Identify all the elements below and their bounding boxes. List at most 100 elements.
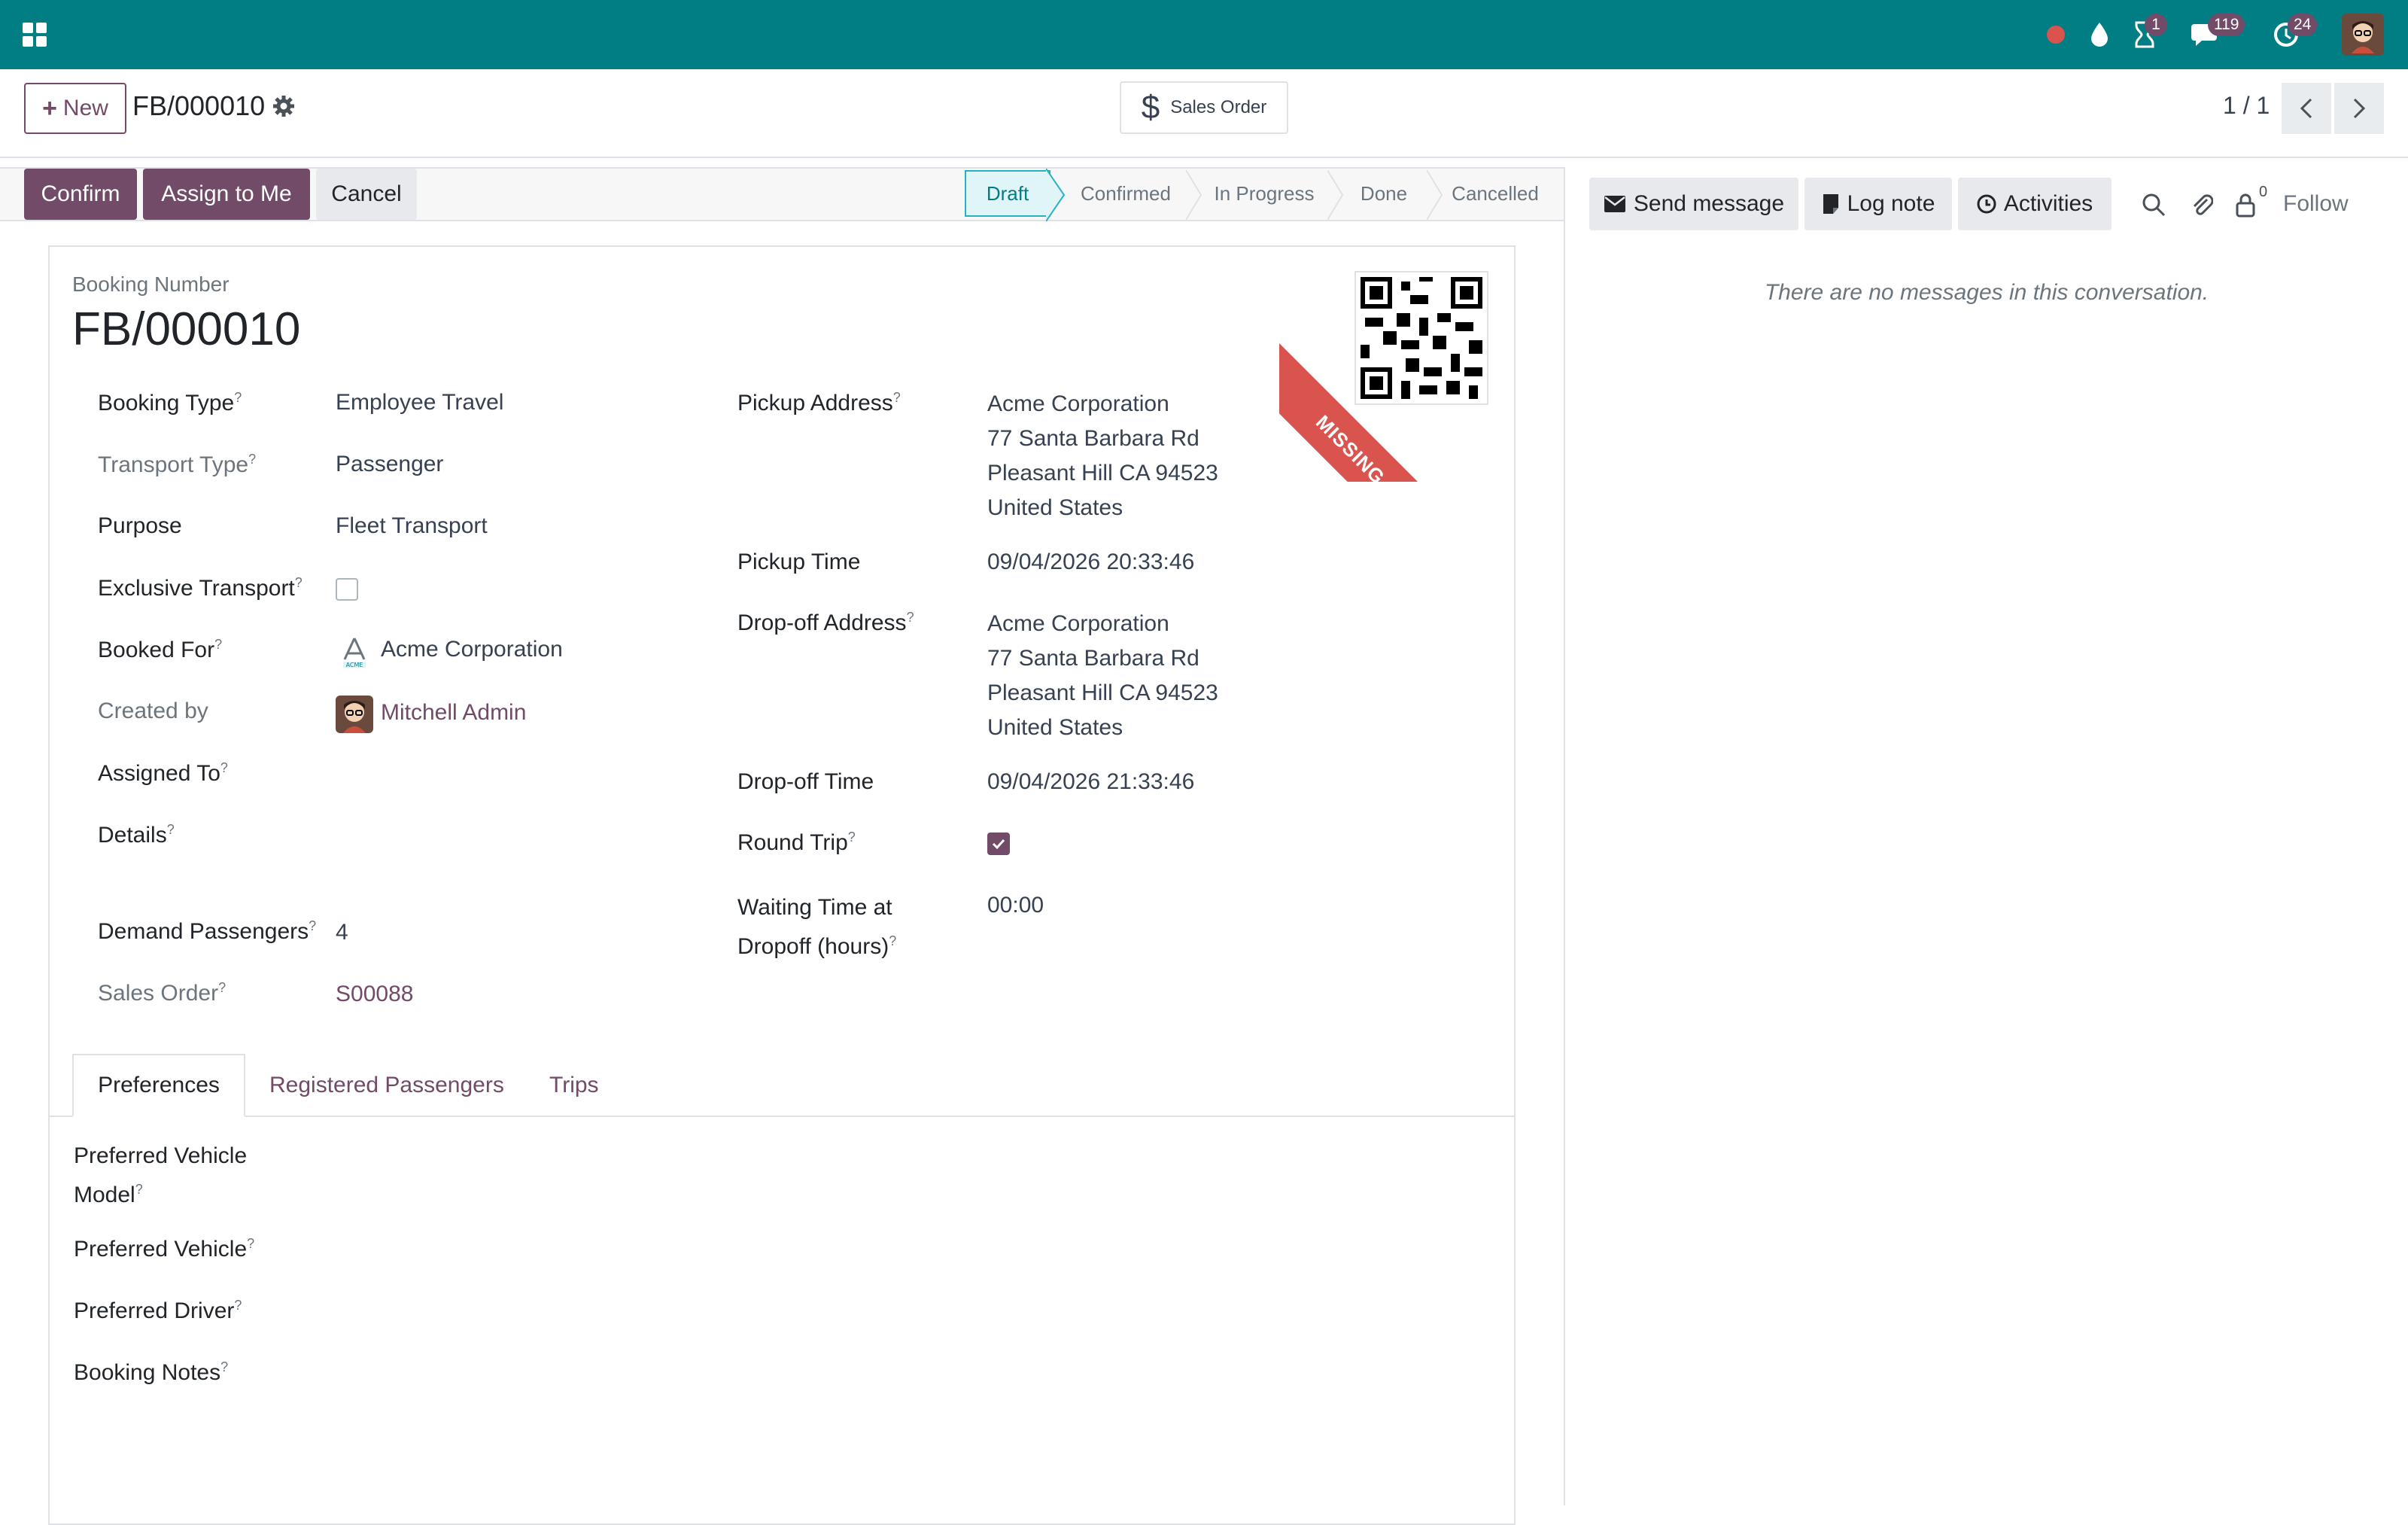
stage-draft[interactable]: Draft xyxy=(965,170,1050,217)
created-by-value[interactable]: Mitchell Admin xyxy=(381,700,526,726)
transport-type-label: Transport Type? xyxy=(98,452,257,477)
tabs-divider xyxy=(48,1116,1516,1117)
confirm-button[interactable]: Confirm xyxy=(24,169,137,220)
preferred-driver-label: Preferred Driver? xyxy=(74,1298,242,1323)
envelope-icon xyxy=(1604,196,1625,212)
dropoff-time-label: Drop-off Time xyxy=(737,769,874,794)
preferred-vehicle-label: Preferred Vehicle? xyxy=(74,1236,255,1262)
top-navbar: 1 119 24 xyxy=(0,0,2408,69)
booking-type-value[interactable]: Employee Travel xyxy=(336,390,503,415)
note-icon xyxy=(1823,194,1838,214)
send-message-label: Send message xyxy=(1633,191,1785,216)
pickup-address-line: 77 Santa Barbara Rd xyxy=(987,426,1199,451)
stage-separator-icon xyxy=(1186,170,1202,220)
grid-icon[interactable] xyxy=(17,17,53,53)
drop-icon[interactable] xyxy=(2081,17,2118,53)
pager-value[interactable]: 1 / 1 xyxy=(2223,92,2270,120)
lock-icon[interactable] xyxy=(2229,188,2262,221)
sales-order-label: Sales Order? xyxy=(98,980,227,1006)
stage-arrow-icon xyxy=(1046,169,1066,221)
pickup-address-line: United States xyxy=(987,495,1123,520)
stage-separator-icon xyxy=(1327,170,1344,220)
plus-icon: + xyxy=(42,93,57,123)
details-label: Details? xyxy=(98,822,175,848)
exclusive-transport-checkbox[interactable] xyxy=(336,578,358,601)
activities-label: Activities xyxy=(2003,191,2093,216)
booked-for-value[interactable]: Acme Corporation xyxy=(381,637,563,662)
pickup-time-value[interactable]: 09/04/2026 20:33:46 xyxy=(987,549,1194,575)
stage-in-progress[interactable]: In Progress xyxy=(1195,170,1333,217)
demand-passengers-label: Demand Passengers? xyxy=(98,918,317,944)
assigned-to-label: Assigned To? xyxy=(98,760,228,786)
dollar-icon: $ xyxy=(1141,89,1160,126)
pager-next-button[interactable] xyxy=(2334,83,2384,134)
dropoff-address-line: 77 Santa Barbara Rd xyxy=(987,646,1199,671)
missing-approval-ribbon: MISSING APPROVAL xyxy=(1279,245,1516,482)
preferred-vehicle-model-field[interactable] xyxy=(316,1141,1445,1201)
preferred-vehicle-field[interactable] xyxy=(316,1231,1445,1265)
stage-separator-icon xyxy=(1427,170,1443,220)
breadcrumb-record-title: FB/000010 xyxy=(132,90,266,121)
preferred-vehicle-model-label: Preferred Vehicle Model? xyxy=(74,1143,248,1207)
pickup-time-label: Pickup Time xyxy=(737,549,861,574)
preferred-driver-field[interactable] xyxy=(316,1293,1445,1326)
tab-trips[interactable]: Trips xyxy=(549,1054,599,1117)
pickup-address-line: Acme Corporation xyxy=(987,391,1169,416)
pickup-address-line: Pleasant Hill CA 94523 xyxy=(987,461,1218,486)
ribbon-label: MISSING APPROVAL xyxy=(1279,336,1516,482)
paperclip-icon[interactable] xyxy=(2185,188,2218,221)
search-icon[interactable] xyxy=(2137,188,2170,221)
sales-order-link[interactable]: S00088 xyxy=(336,982,413,1007)
booking-number-title: FB/000010 xyxy=(72,303,301,355)
waiting-time-label: Waiting Time at Dropoff (hours)? xyxy=(737,895,897,959)
exclusive-transport-label: Exclusive Transport? xyxy=(98,575,303,601)
messages-badge: 119 xyxy=(2208,14,2245,36)
activities-badge: 1 xyxy=(2145,14,2167,36)
svg-text:ACME: ACME xyxy=(346,662,363,668)
new-button[interactable]: + New xyxy=(24,83,126,134)
followers-count: 0 xyxy=(2259,184,2268,200)
chatter-divider xyxy=(1564,167,1565,1505)
sales-order-smart-button[interactable]: $ Sales Order xyxy=(1120,81,1288,134)
activities-button[interactable]: Activities xyxy=(1958,178,2112,230)
created-by-label: Created by xyxy=(98,699,208,723)
dropoff-address-label: Drop-off Address? xyxy=(737,610,914,635)
check-icon xyxy=(992,839,1005,850)
waiting-time-value[interactable]: 00:00 xyxy=(987,893,1044,918)
details-field[interactable] xyxy=(336,817,667,885)
booking-notes-field[interactable] xyxy=(316,1355,1445,1445)
user-avatar[interactable] xyxy=(2342,14,2384,56)
tab-preferences[interactable]: Preferences xyxy=(72,1054,245,1117)
dropoff-address-line: United States xyxy=(987,715,1123,740)
pickup-address-label: Pickup Address? xyxy=(737,390,901,415)
dropoff-address-value[interactable]: Acme Corporation 77 Santa Barbara Rd Ple… xyxy=(987,607,1218,745)
assigned-to-field[interactable] xyxy=(336,756,667,789)
round-trip-checkbox[interactable] xyxy=(987,833,1010,855)
created-by-avatar xyxy=(336,696,373,733)
booked-for-label: Booked For? xyxy=(98,637,223,662)
record-dot-icon[interactable] xyxy=(2038,17,2074,53)
smart-button-label: Sales Order xyxy=(1170,97,1267,117)
chevron-left-icon xyxy=(2300,98,2312,119)
empty-conversation-message: There are no messages in this conversati… xyxy=(1764,280,2209,305)
follow-button[interactable]: Follow xyxy=(2283,191,2349,217)
booking-type-label: Booking Type? xyxy=(98,390,242,415)
pager-previous-button[interactable] xyxy=(2282,83,2331,134)
updates-badge: 24 xyxy=(2288,14,2318,36)
assign-to-me-button[interactable]: Assign to Me xyxy=(143,169,310,220)
gear-icon[interactable] xyxy=(272,95,295,117)
log-note-button[interactable]: Log note xyxy=(1804,178,1952,230)
pickup-address-value[interactable]: Acme Corporation 77 Santa Barbara Rd Ple… xyxy=(987,387,1218,525)
stage-cancelled[interactable]: Cancelled xyxy=(1434,170,1556,217)
dropoff-time-value[interactable]: 09/04/2026 21:33:46 xyxy=(987,769,1194,795)
dropoff-address-line: Pleasant Hill CA 94523 xyxy=(987,680,1218,705)
cancel-button[interactable]: Cancel xyxy=(316,169,417,220)
purpose-value[interactable]: Fleet Transport xyxy=(336,513,488,539)
tab-registered-passengers[interactable]: Registered Passengers xyxy=(269,1054,504,1117)
stage-done[interactable]: Done xyxy=(1333,170,1434,217)
control-panel-divider xyxy=(0,157,2408,158)
demand-passengers-value[interactable]: 4 xyxy=(336,920,348,945)
send-message-button[interactable]: Send message xyxy=(1589,178,1798,230)
transport-type-value: Passenger xyxy=(336,452,444,476)
stage-confirmed[interactable]: Confirmed xyxy=(1057,170,1195,217)
